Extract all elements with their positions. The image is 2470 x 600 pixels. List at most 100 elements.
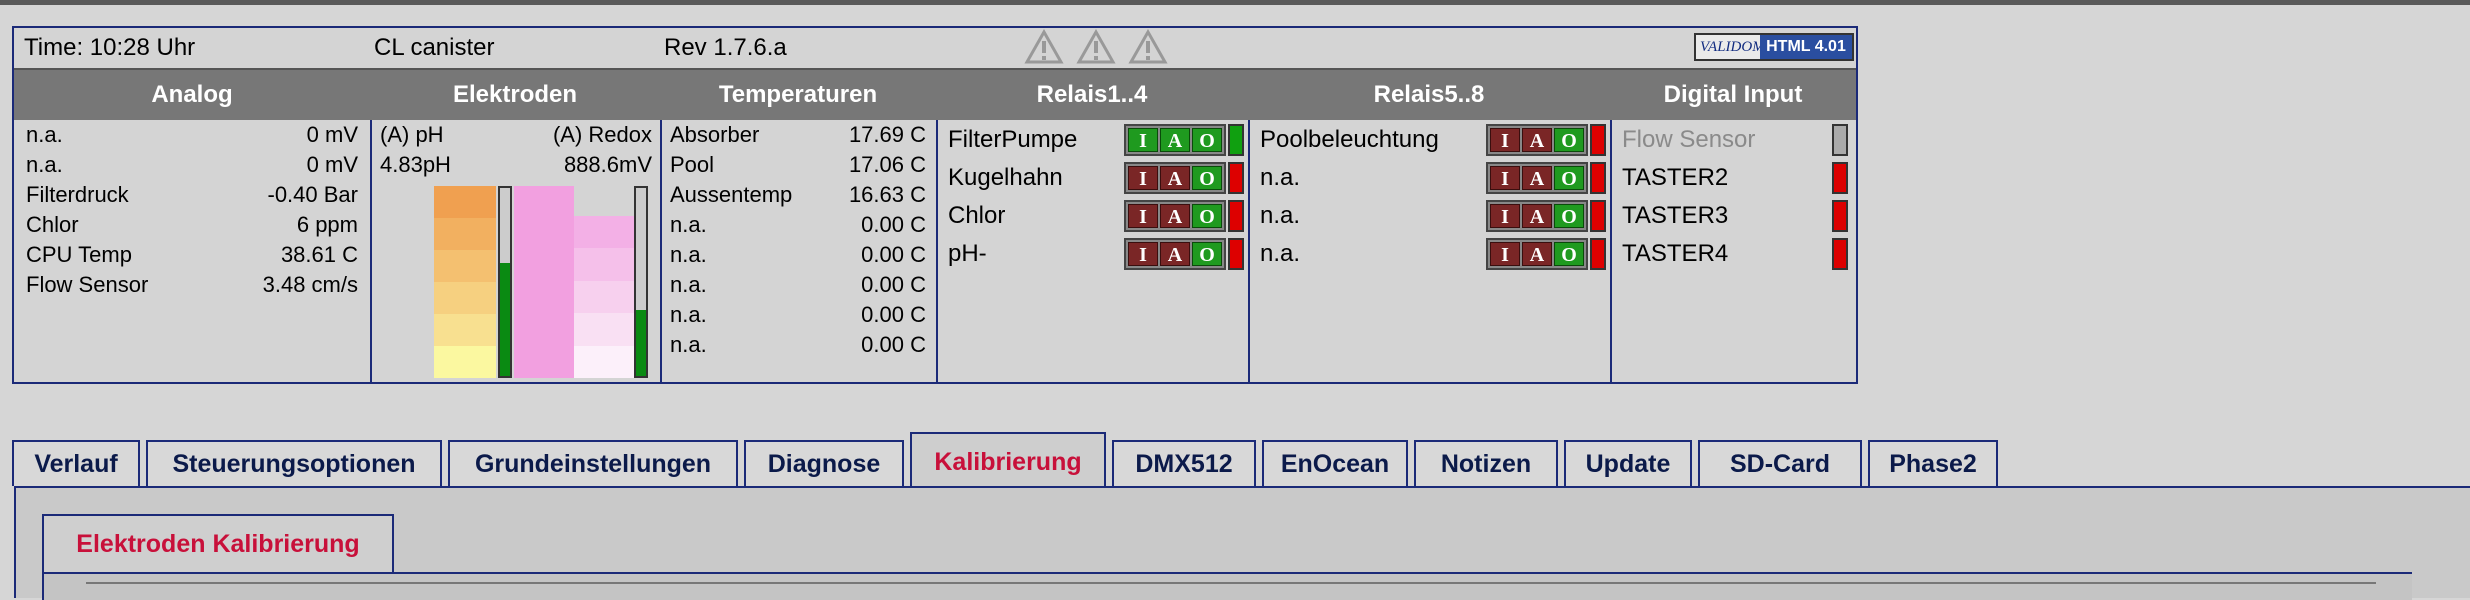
relay-mode-a[interactable]: A <box>1160 242 1190 266</box>
digital-input-led <box>1832 124 1848 156</box>
digital-input-led <box>1832 200 1848 232</box>
relay-row: n.a. I A O <box>1260 236 1606 272</box>
header-relais5: Relais5..8 <box>1373 81 1485 108</box>
electrode-value-row: 4.83pH 888.6mV <box>380 152 652 177</box>
device-name: CL canister <box>374 34 495 61</box>
analog-row: n.a. 0 mV <box>26 122 358 147</box>
bar-segment <box>574 248 636 281</box>
relay-status-led <box>1590 124 1606 156</box>
window-top-bar <box>0 0 2470 5</box>
relay-mode-o[interactable]: O <box>1192 166 1222 190</box>
relay-mode-a[interactable]: A <box>1160 128 1190 152</box>
relay-mode-i[interactable]: I <box>1490 242 1520 266</box>
tab-update[interactable]: Update <box>1564 440 1692 486</box>
header-relais1: Relais1..4 <box>1036 81 1148 108</box>
bar-segment <box>434 186 496 218</box>
relay-mode-a[interactable]: A <box>1522 242 1552 266</box>
warning-icon[interactable] <box>1128 29 1168 65</box>
relay-status-led <box>1228 200 1244 232</box>
relay-row: Chlor I A O <box>948 198 1244 234</box>
tab-sd-card[interactable]: SD-Card <box>1698 440 1862 486</box>
relais1-column: FilterPumpe I A O Kugelhahn I A O Chlor … <box>938 120 1250 382</box>
bar-segment <box>574 280 636 314</box>
relay-status-led <box>1228 124 1244 156</box>
digital-input-row: TASTER4 <box>1622 236 1852 272</box>
tab-steuerungsoptionen[interactable]: Steuerungsoptionen <box>146 440 442 486</box>
tab-kalibrierung[interactable]: Kalibrierung <box>910 432 1106 486</box>
relay-row: n.a. I A O <box>1260 160 1606 196</box>
digital-input-row: TASTER2 <box>1622 160 1852 196</box>
relay-row: Kugelhahn I A O <box>948 160 1244 196</box>
relay-mode-switch[interactable]: I A O <box>1486 162 1588 194</box>
tab-notizen[interactable]: Notizen <box>1414 440 1558 486</box>
validome-badge[interactable]: VALIDOME HTML 4.01 <box>1694 33 1854 61</box>
relay-mode-switch[interactable]: I A O <box>1486 238 1588 270</box>
column-header: Analog Elektroden Temperaturen Relais1..… <box>14 68 1856 120</box>
relay-mode-i[interactable]: I <box>1490 128 1520 152</box>
relay-mode-i[interactable]: I <box>1128 128 1158 152</box>
relay-mode-i[interactable]: I <box>1128 166 1158 190</box>
relay-status-led <box>1228 238 1244 270</box>
relay-mode-switch[interactable]: I A O <box>1124 200 1226 232</box>
tab-grundeinstellungen[interactable]: Grundeinstellungen <box>448 440 738 486</box>
tab-diagnose[interactable]: Diagnose <box>744 440 904 486</box>
relay-mode-o[interactable]: O <box>1554 242 1584 266</box>
relay-mode-i[interactable]: I <box>1128 204 1158 228</box>
temp-row: n.a. 0.00 C <box>670 272 926 297</box>
tab-verlauf[interactable]: Verlauf <box>12 440 140 486</box>
subtab-content <box>42 572 2412 600</box>
relay-mode-switch[interactable]: I A O <box>1124 162 1226 194</box>
relay-mode-i[interactable]: I <box>1490 204 1520 228</box>
temp-row: Aussentemp 16.63 C <box>670 182 926 207</box>
validome-logo: VALIDOME <box>1700 39 1774 55</box>
relay-mode-o[interactable]: O <box>1192 204 1222 228</box>
relay-mode-o[interactable]: O <box>1192 128 1222 152</box>
bar-segment <box>434 314 496 346</box>
relay-row: Poolbeleuchtung I A O <box>1260 122 1606 158</box>
bar-segment <box>434 218 496 250</box>
relay-mode-i[interactable]: I <box>1128 242 1158 266</box>
header-digital-input: Digital Input <box>1663 81 1803 108</box>
analog-row: Filterdruck -0.40 Bar <box>26 182 358 207</box>
relay-mode-o[interactable]: O <box>1554 128 1584 152</box>
relay-mode-switch[interactable]: I A O <box>1486 124 1588 156</box>
relay-mode-a[interactable]: A <box>1160 166 1190 190</box>
relay-row: n.a. I A O <box>1260 198 1606 234</box>
tab-content: Elektroden Kalibrierung <box>14 486 2470 600</box>
relay-status-led <box>1228 162 1244 194</box>
relay-mode-o[interactable]: O <box>1554 204 1584 228</box>
relay-mode-a[interactable]: A <box>1522 166 1552 190</box>
relay-mode-switch[interactable]: I A O <box>1124 238 1226 270</box>
redox-bar <box>574 216 636 378</box>
revision: Rev 1.7.6.a <box>664 34 787 61</box>
temp-row: n.a. 0.00 C <box>670 332 926 357</box>
relay-mode-switch[interactable]: I A O <box>1124 124 1226 156</box>
relay-mode-a[interactable]: A <box>1522 128 1552 152</box>
digital-input-column: Flow Sensor TASTER2 TASTER3 TASTER4 <box>1612 120 1856 382</box>
validome-html-version: HTML 4.01 <box>1760 35 1852 59</box>
relay-status-led <box>1590 162 1606 194</box>
relay-mode-switch[interactable]: I A O <box>1486 200 1588 232</box>
tab-dmx512[interactable]: DMX512 <box>1112 440 1256 486</box>
analog-row: CPU Temp 38.61 C <box>26 242 358 267</box>
ph-bar <box>434 186 496 378</box>
relay-mode-a[interactable]: A <box>1160 204 1190 228</box>
relay-mode-o[interactable]: O <box>1192 242 1222 266</box>
relay-mode-o[interactable]: O <box>1554 166 1584 190</box>
warning-icon[interactable] <box>1076 29 1116 65</box>
electrode-label-row: (A) pH (A) Redox <box>380 122 652 147</box>
elektroden-column: (A) pH (A) Redox 4.83pH 888.6mV <box>372 120 662 382</box>
header-elektroden: Elektroden <box>452 81 578 108</box>
subtab-elektroden-kalibrierung[interactable]: Elektroden Kalibrierung <box>42 514 394 572</box>
bar-segment <box>434 250 496 282</box>
tab-enocean[interactable]: EnOcean <box>1262 440 1408 486</box>
analog-column: n.a. 0 mV n.a. 0 mV Filterdruck -0.40 Bar C… <box>14 120 372 382</box>
warning-icon[interactable] <box>1024 29 1064 65</box>
analog-row: Flow Sensor 3.48 cm/s <box>26 272 358 297</box>
bar-segment <box>574 313 636 346</box>
tab-phase2[interactable]: Phase2 <box>1868 440 1998 486</box>
relay-mode-a[interactable]: A <box>1522 204 1552 228</box>
header-temperaturen: Temperaturen <box>718 81 878 108</box>
time-display: Time: 10:28 Uhr <box>24 34 196 61</box>
relay-mode-i[interactable]: I <box>1490 166 1520 190</box>
